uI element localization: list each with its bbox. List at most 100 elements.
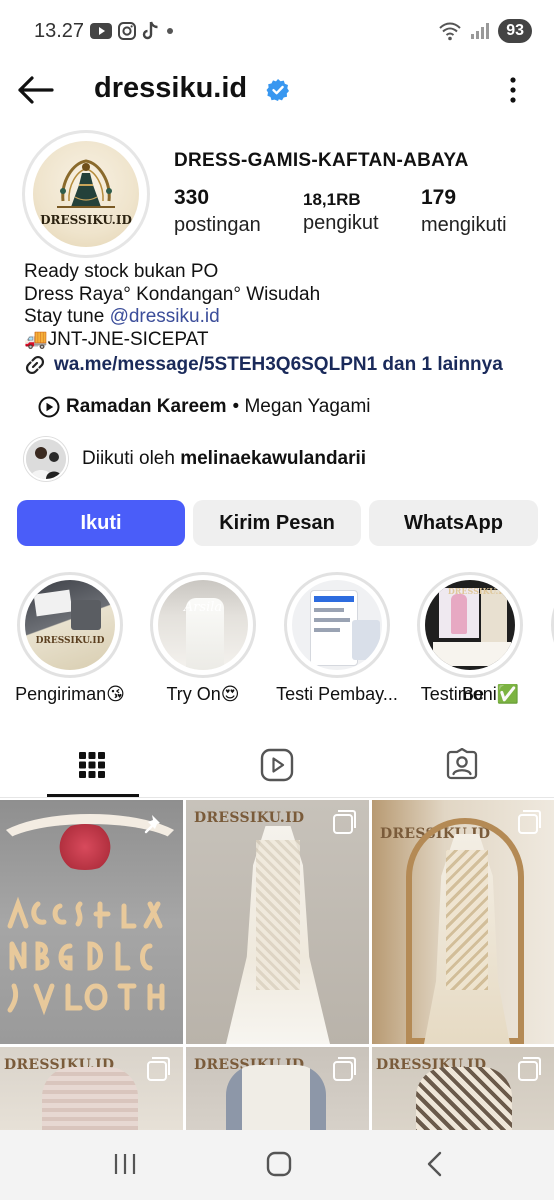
highlight-watermark: DRESSIKU.ID	[447, 586, 509, 596]
back-nav-icon[interactable]	[424, 1151, 446, 1177]
bio-mention-link[interactable]: @dressiku.id	[110, 306, 220, 327]
carousel-icon	[147, 1057, 170, 1081]
highlight-item[interactable]: Arsila Try On😍	[133, 572, 273, 705]
profile-link[interactable]: wa.me/message/5STEH3Q6SQLPN1 dan 1 lainn…	[24, 354, 503, 376]
status-time: 13.27	[34, 20, 85, 42]
bio-line-mention: Stay tune @dressiku.id	[24, 306, 320, 329]
stat-followers-label: pengikut	[303, 212, 379, 234]
post-watermark: DRESSIKU.ID	[194, 810, 305, 826]
stat-posts-value: 330	[174, 186, 210, 209]
highlight-script-text: Arsila	[183, 600, 223, 615]
post-thumbnail[interactable]	[0, 800, 183, 1044]
status-notification-icons	[90, 21, 174, 41]
home-icon[interactable]	[266, 1151, 292, 1177]
post-thumbnail[interactable]: DRESSIKU.ID	[186, 800, 369, 1044]
verified-badge-icon	[266, 79, 289, 101]
stat-followers-value: 18,1RB	[303, 190, 361, 209]
tab-tagged[interactable]	[370, 732, 554, 798]
recent-apps-icon[interactable]	[112, 1151, 138, 1177]
tab-reels[interactable]	[185, 732, 369, 798]
followed-by-text: Diikuti oleh melinaekawulandarii	[82, 448, 366, 470]
battery-indicator: 93	[498, 19, 532, 43]
dot-icon	[167, 28, 173, 34]
message-button[interactable]: Kirim Pesan	[193, 500, 361, 546]
followed-by-user: melinaekawulandarii	[180, 448, 367, 469]
posts-grid: DRESSIKU.ID DRESSIKU.ID DRESSIKU.ID DRES…	[0, 800, 554, 1130]
tiktok-icon	[142, 21, 158, 40]
signal-icon	[471, 23, 490, 39]
grid-icon	[79, 752, 105, 778]
stat-followers[interactable]: 18,1RB pengikut	[303, 186, 379, 235]
highlight-label: Pengiriman😘	[15, 684, 125, 704]
highlight-ring	[284, 572, 390, 678]
youtube-icon	[90, 23, 112, 39]
profile-bio: Ready stock bukan PO Dress Raya° Kondang…	[24, 261, 320, 351]
play-circle-icon	[38, 396, 60, 418]
stat-following-label: mengikuti	[421, 214, 507, 236]
bio-line: Dress Raya° Kondangan° Wisudah	[24, 283, 321, 305]
profile-avatar[interactable]: DRESSIKU.ID	[22, 130, 150, 258]
bio-line: Ready stock bukan PO	[24, 261, 219, 282]
follow-button[interactable]: Ikuti	[17, 500, 185, 546]
highlight-item[interactable]: Testi Pembay...	[267, 572, 407, 705]
letter-brooches	[0, 896, 183, 1036]
profile-content-tabs	[0, 732, 554, 798]
carousel-icon	[333, 1057, 356, 1081]
wifi-icon	[439, 22, 461, 41]
person-photo-icon	[26, 439, 66, 479]
avatar-logo-text: DRESSIKU.ID	[40, 213, 132, 227]
stat-posts[interactable]: 330 postingan	[174, 186, 261, 237]
display-name: DRESS-GAMIS-KAFTAN-ABAYA	[174, 150, 469, 171]
followed-by[interactable]: Diikuti oleh melinaekawulandarii	[24, 437, 366, 481]
carousel-icon	[333, 810, 356, 834]
gold-letters-icon	[7, 896, 165, 1016]
followed-by-prefix: Diikuti oleh	[82, 448, 175, 469]
post-thumbnail[interactable]: DRESSIKU.ID	[186, 1047, 369, 1130]
back-arrow-icon[interactable]	[16, 74, 54, 106]
highlight-watermark: DRESSIKU.ID	[35, 636, 105, 646]
music-title: Ramadan Kareem	[66, 396, 227, 417]
post-thumbnail[interactable]: DRESSIKU.ID	[372, 1047, 554, 1130]
instagram-icon	[118, 22, 136, 40]
story-highlights: DRESSIKU.ID Pengiriman😘 Arsila Try On😍 T…	[0, 572, 554, 712]
link-icon	[25, 355, 45, 375]
highlight-thumbnail: DRESSIKU.ID	[425, 580, 515, 670]
profile-username: dressiku.id	[94, 72, 248, 104]
highlight-item[interactable]: Be	[462, 572, 554, 705]
stat-following[interactable]: 179 mengikuti	[421, 186, 507, 237]
highlight-thumbnail	[292, 580, 382, 670]
avatar-image: DRESSIKU.ID	[33, 141, 139, 247]
tab-posts-grid[interactable]	[0, 732, 184, 798]
highlight-item[interactable]: DRESSIKU.ID Pengiriman😘	[0, 572, 140, 705]
tagged-person-icon	[446, 748, 478, 780]
reels-icon	[260, 748, 294, 782]
highlight-ring: DRESSIKU.ID	[17, 572, 123, 678]
bio-line: 🚚JNT-JNE-SICEPAT	[24, 328, 209, 350]
pinned-icon	[144, 815, 160, 834]
profile-music[interactable]: Ramadan Kareem • Megan Yagami	[38, 396, 371, 418]
highlight-thumbnail: Arsila	[158, 580, 248, 670]
status-system-icons: 93	[438, 19, 532, 43]
post-thumbnail[interactable]: DRESSIKU.ID	[0, 1047, 183, 1130]
carousel-icon	[518, 1057, 541, 1081]
music-artist: • Megan Yagami	[232, 396, 371, 417]
profile-header: dressiku.id	[0, 64, 554, 116]
stat-following-value: 179	[421, 186, 457, 209]
active-tab-indicator	[47, 794, 139, 797]
highlight-thumbnail: DRESSIKU.ID	[25, 580, 115, 670]
highlight-label: Be	[462, 684, 485, 704]
status-bar: 13.27 93	[0, 0, 554, 64]
carousel-icon	[518, 810, 541, 834]
stat-posts-label: postingan	[174, 214, 261, 236]
whatsapp-button[interactable]: WhatsApp	[369, 500, 538, 546]
system-navigation-bar	[0, 1130, 554, 1200]
more-options-icon[interactable]	[508, 76, 518, 104]
profile-link-text: wa.me/message/5STEH3Q6SQLPN1 dan 1 lainn…	[54, 354, 503, 375]
bio-line: Stay tune	[24, 306, 110, 327]
highlight-ring: DRESSIKU.ID	[417, 572, 523, 678]
follower-avatar	[24, 437, 68, 481]
dress-logo-icon	[57, 159, 115, 208]
post-thumbnail[interactable]: DRESSIKU.ID	[372, 800, 554, 1044]
highlight-label: Testi Pembay...	[276, 684, 398, 704]
highlight-label: Try On😍	[166, 684, 240, 704]
